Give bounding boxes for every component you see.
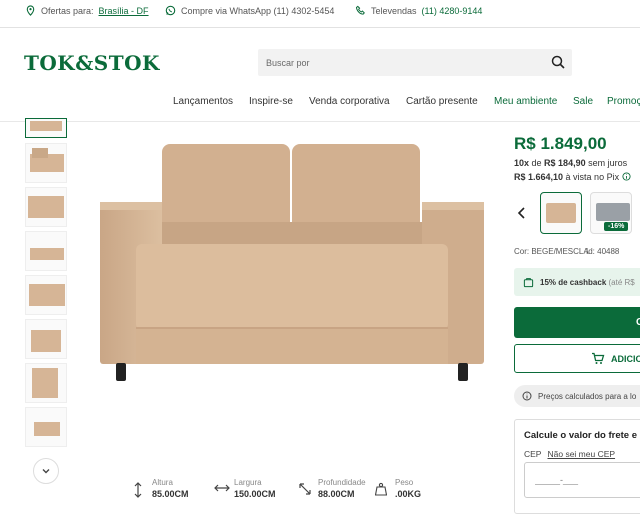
- chevron-left-icon[interactable]: [517, 206, 527, 222]
- nav-item-promocoes[interactable]: Promoç: [607, 96, 640, 107]
- pix-price-text: R$ 1.664,10 à vista no Pix: [514, 172, 631, 182]
- phone-label: Televendas: [371, 5, 417, 16]
- product-main-image[interactable]: [82, 122, 494, 460]
- freight-title: Calcule o valor do frete e: [524, 430, 637, 441]
- location-label: Ofertas para:: [41, 5, 94, 16]
- thumbnail-item[interactable]: [25, 319, 67, 359]
- nav-item-inspire-se[interactable]: Inspire-se: [249, 96, 293, 107]
- nav-item-lancamentos[interactable]: Lançamentos: [173, 96, 233, 107]
- thumbnail-item[interactable]: [25, 231, 67, 271]
- location-pin-icon: [26, 5, 35, 16]
- thumbnail-item[interactable]: [25, 275, 67, 315]
- variant-beige[interactable]: [540, 192, 582, 234]
- info-icon: [522, 391, 532, 401]
- nav-item-cartao-presente[interactable]: Cartão presente: [406, 96, 478, 107]
- discount-badge: -16%: [604, 222, 629, 231]
- thumbnail-item[interactable]: [25, 118, 67, 138]
- cashback-icon: [523, 278, 534, 288]
- phone-link[interactable]: Televendas (11) 4280-9144: [355, 5, 482, 16]
- cep-input[interactable]: [535, 475, 635, 485]
- sofa-image: [100, 144, 484, 381]
- product-price: R$ 1.849,00: [514, 134, 607, 153]
- divider: [0, 27, 640, 28]
- chevron-down-icon: [42, 469, 50, 474]
- color-variants: [514, 192, 640, 238]
- freight-calculator: Calcule o valor do frete e CEP Não sei me…: [514, 419, 640, 514]
- product-meta: Cor: BEGE/MESCLA Id: 40488: [514, 247, 619, 256]
- color-label: Cor: BEGE/MESCLA: [514, 247, 589, 256]
- whatsapp-text: Compre via WhatsApp (11) 4302-5454: [181, 5, 335, 16]
- nav-item-venda-corporativa[interactable]: Venda corporativa: [309, 96, 390, 107]
- nav-item-meu-ambiente[interactable]: Meu ambiente: [494, 96, 557, 107]
- add-to-cart-button[interactable]: ADICIO: [514, 344, 640, 373]
- cep-help-link[interactable]: Não sei meu CEP: [547, 449, 615, 459]
- product-id: Id: 40488: [586, 247, 620, 256]
- search-input[interactable]: [266, 55, 536, 70]
- search-icon[interactable]: [551, 55, 565, 69]
- phone-number: (11) 4280-9144: [421, 5, 483, 16]
- brand-logo[interactable]: TOK&STOK: [24, 51, 160, 75]
- info-icon[interactable]: [622, 172, 631, 181]
- thumbnail-item[interactable]: [25, 407, 67, 447]
- cep-field[interactable]: [524, 462, 640, 498]
- nav-item-sale[interactable]: Sale: [573, 96, 593, 107]
- location-link[interactable]: Brasília - DF: [99, 6, 149, 16]
- thumbnail-item[interactable]: [25, 363, 67, 403]
- search-bar[interactable]: [258, 49, 572, 76]
- cep-label: CEP: [524, 449, 542, 459]
- whatsapp-link[interactable]: Compre via WhatsApp (11) 4302-5454: [165, 5, 334, 16]
- height-arrow-icon: [134, 482, 142, 498]
- depth-arrow-icon: [299, 483, 311, 495]
- top-bar: Ofertas para: Brasília - DF Compre via W…: [0, 0, 640, 22]
- cashback-banner: 15% de cashback (até R$: [514, 268, 640, 296]
- whatsapp-icon: [165, 5, 176, 16]
- thumbnail-item[interactable]: [25, 187, 67, 227]
- price-notice: Preços calculados para a lo: [514, 385, 640, 407]
- weight-icon: [375, 482, 387, 496]
- thumbnail-scroll-down-button[interactable]: [33, 458, 59, 484]
- width-arrow-icon: [214, 484, 230, 492]
- cart-icon: [592, 352, 605, 364]
- buy-button[interactable]: C: [514, 307, 640, 338]
- location-selector[interactable]: Ofertas para: Brasília - DF: [25, 5, 149, 16]
- main-nav: Lançamentos Inspire-se Venda corporativa…: [0, 96, 640, 110]
- cep-row: CEP Não sei meu CEP: [524, 449, 615, 459]
- thumbnail-item[interactable]: [25, 143, 67, 183]
- phone-icon: [355, 5, 365, 15]
- installments-text: 10x de R$ 184,90 sem juros: [514, 158, 628, 168]
